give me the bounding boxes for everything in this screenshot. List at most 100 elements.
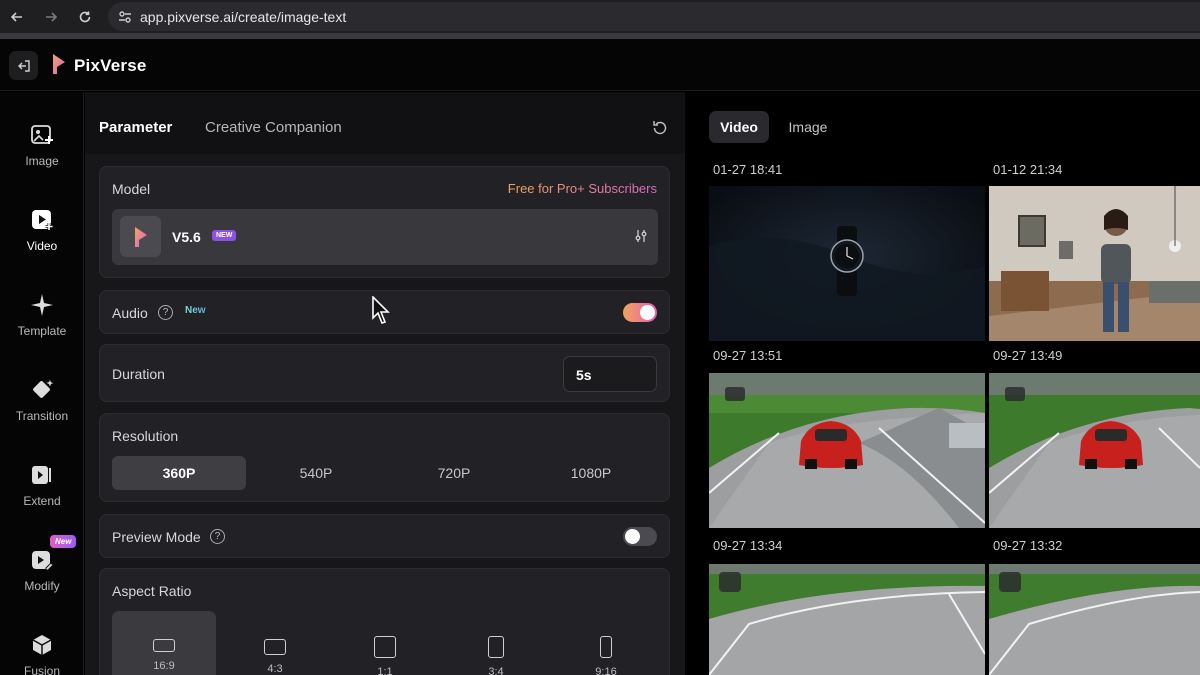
- ratio-label: 3:4: [488, 666, 504, 675]
- video-thumbnail-watch[interactable]: [709, 186, 985, 341]
- item-timestamp: 09-27 13:34: [713, 538, 783, 553]
- aspect-ratio-card: Aspect Ratio 16:9 4:3 1:1 3:4 9:16: [99, 568, 670, 675]
- model-card: Model Free for Pro+ Subscribers V5.6 NEW: [99, 166, 670, 278]
- duration-select[interactable]: 5s: [563, 356, 657, 392]
- tab-video[interactable]: Video: [709, 111, 769, 143]
- ratio-label: 9:16: [595, 666, 617, 675]
- item-timestamp: 09-27 13:32: [993, 538, 1063, 553]
- aspect-ratio-3-4[interactable]: 3:4: [444, 611, 548, 675]
- model-select[interactable]: V5.6 NEW: [112, 209, 658, 265]
- url-text[interactable]: app.pixverse.ai/create/image-text: [140, 9, 346, 25]
- pixverse-logo-icon: [53, 54, 65, 74]
- rail-item-modify[interactable]: New Modify: [0, 535, 84, 593]
- site-settings-icon[interactable]: [118, 10, 132, 24]
- tab-creative-companion[interactable]: Creative Companion: [205, 119, 342, 136]
- extend-icon: [29, 462, 55, 488]
- preview-mode-toggle[interactable]: [623, 527, 657, 546]
- audio-new-badge: New: [185, 305, 206, 316]
- resolution-card: Resolution 360P 540P 720P 1080P: [99, 413, 670, 502]
- back-nav-icon[interactable]: [6, 6, 28, 28]
- resolution-option-720p[interactable]: 720P: [387, 456, 521, 490]
- model-logo-icon: [120, 216, 161, 257]
- model-name: V5.6: [172, 229, 201, 245]
- aspect-ratio-9-16[interactable]: 9:16: [554, 611, 658, 675]
- model-new-badge: NEW: [212, 230, 237, 241]
- video-thumbnail-race-car[interactable]: [709, 373, 985, 528]
- tab-parameter[interactable]: Parameter: [99, 119, 172, 136]
- aspect-ratio-16-9[interactable]: 16:9: [112, 611, 216, 675]
- ratio-16-9-icon: [153, 639, 175, 652]
- resolution-option-360p[interactable]: 360P: [112, 456, 246, 490]
- rail-label-template: Template: [17, 324, 67, 338]
- adjust-icon[interactable]: [634, 229, 648, 243]
- rail-label-fusion: Fusion: [23, 664, 61, 675]
- video-thumbnail-track[interactable]: [989, 564, 1200, 675]
- promo-text[interactable]: Free for Pro+ Subscribers: [508, 181, 657, 196]
- resolution-option-540p[interactable]: 540P: [249, 456, 383, 490]
- toggle-knob: [640, 305, 655, 320]
- audio-label: Audio: [112, 305, 148, 321]
- video-thumbnail-track[interactable]: [709, 564, 985, 675]
- duration-card: Duration 5s: [99, 344, 670, 402]
- rail-item-image[interactable]: Image: [0, 122, 84, 168]
- rail-label-video: Video: [26, 239, 58, 253]
- modify-icon: [29, 547, 55, 573]
- transition-icon: [29, 377, 55, 403]
- ratio-9-16-icon: [600, 636, 612, 658]
- aspect-ratio-label: Aspect Ratio: [112, 583, 192, 599]
- item-timestamp: 01-12 21:34: [993, 162, 1063, 177]
- audio-toggle[interactable]: [623, 303, 657, 322]
- model-label: Model: [112, 181, 151, 197]
- ratio-3-4-icon: [488, 636, 504, 658]
- preview-mode-card: Preview Mode ?: [99, 514, 670, 558]
- app-header: PixVerse: [0, 39, 1200, 91]
- rail-label-modify: Modify: [24, 579, 60, 593]
- ratio-label: 4:3: [267, 663, 283, 675]
- video-thumbnail-room[interactable]: [989, 186, 1200, 341]
- panel-tabs: Parameter Creative Companion: [85, 92, 685, 154]
- image-plus-icon: [29, 122, 55, 148]
- video-play-icon: [29, 207, 55, 233]
- item-timestamp: 09-27 13:51: [713, 348, 783, 363]
- left-rail: Image Video Template Transition Extend N…: [0, 92, 84, 675]
- aspect-ratio-4-3[interactable]: 4:3: [223, 611, 327, 675]
- resolution-options: 360P 540P 720P 1080P: [112, 456, 658, 490]
- reset-icon[interactable]: [651, 119, 669, 137]
- ratio-1-1-icon: [374, 636, 396, 658]
- rail-label-extend: Extend: [23, 494, 61, 508]
- history-gallery: Video Image 01-27 18:41 01-12 21:34 09-2…: [686, 92, 1200, 675]
- duration-label: Duration: [112, 366, 165, 382]
- rail-label-image: Image: [25, 154, 59, 168]
- rail-label-transition: Transition: [15, 409, 69, 423]
- browser-toolbar: app.pixverse.ai/create/image-text: [0, 0, 1200, 33]
- audio-help-icon[interactable]: ?: [158, 305, 173, 320]
- item-timestamp: 01-27 18:41: [713, 162, 783, 177]
- ratio-label: 16:9: [153, 660, 175, 672]
- duration-value: 5s: [576, 367, 592, 383]
- rail-item-fusion[interactable]: Fusion: [0, 632, 84, 675]
- resolution-option-1080p[interactable]: 1080P: [524, 456, 658, 490]
- item-timestamp: 09-27 13:49: [993, 348, 1063, 363]
- mouse-cursor-icon: [372, 296, 390, 324]
- preview-help-icon[interactable]: ?: [210, 529, 225, 544]
- modify-new-badge: New: [50, 535, 77, 548]
- exit-icon: [17, 59, 30, 72]
- rail-item-transition[interactable]: Transition: [0, 377, 84, 423]
- preview-mode-label: Preview Mode: [112, 529, 201, 545]
- video-thumbnail-race-car[interactable]: [989, 373, 1200, 528]
- ratio-label: 1:1: [377, 666, 393, 675]
- panel-body: Model Free for Pro+ Subscribers V5.6 NEW…: [85, 154, 685, 675]
- ratio-4-3-icon: [264, 639, 286, 655]
- tab-image[interactable]: Image: [778, 111, 838, 143]
- rail-item-extend[interactable]: Extend: [0, 462, 84, 508]
- resolution-label: Resolution: [112, 428, 179, 444]
- sparkle-icon: [29, 292, 55, 318]
- rail-item-video[interactable]: Video: [0, 207, 84, 253]
- rail-item-template[interactable]: Template: [0, 292, 84, 338]
- aspect-ratio-1-1[interactable]: 1:1: [333, 611, 437, 675]
- address-bar[interactable]: app.pixverse.ai/create/image-text: [108, 2, 1200, 31]
- exit-button[interactable]: [9, 51, 38, 80]
- forward-nav-icon[interactable]: [40, 6, 62, 28]
- reload-icon[interactable]: [74, 6, 96, 28]
- toggle-knob: [625, 529, 640, 544]
